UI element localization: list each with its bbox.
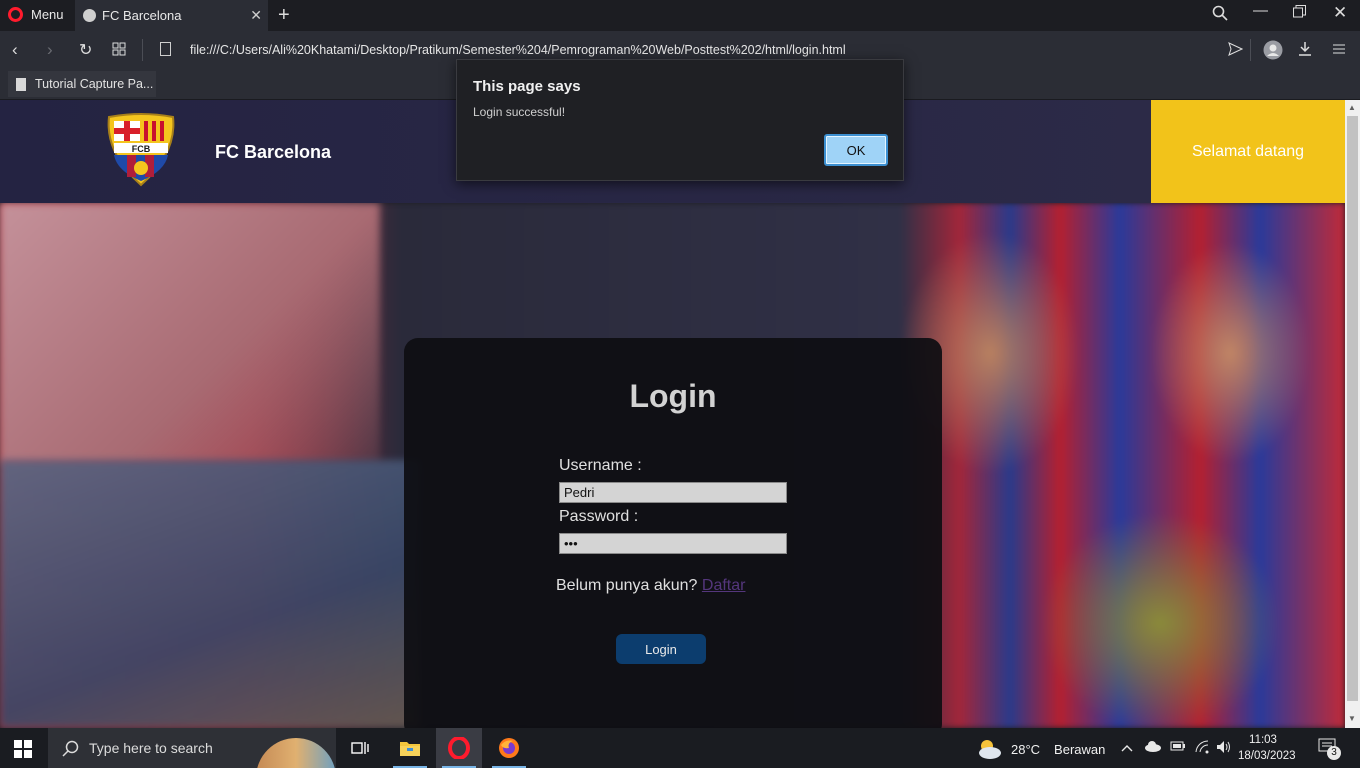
hero-background-image	[0, 460, 420, 728]
hero-background-image	[0, 203, 380, 463]
dialog-title: This page says	[473, 78, 581, 95]
page-icon	[16, 77, 26, 91]
signup-text: Belum punya akun?	[556, 577, 698, 594]
logo-text: FCB	[132, 144, 151, 154]
fcb-logo: FCB	[107, 113, 175, 187]
send-icon[interactable]	[1228, 41, 1244, 61]
browser-tab-bar: Menu FC Barcelona ✕ + — ✕	[0, 0, 1360, 31]
wifi-icon[interactable]	[1195, 740, 1211, 757]
taskbar-search-box[interactable]: Type here to search	[48, 728, 336, 768]
partly-cloudy-icon	[979, 740, 1001, 759]
menu-label: Menu	[31, 7, 64, 22]
signup-link[interactable]: Daftar	[702, 577, 746, 594]
scroll-thumb[interactable]	[1347, 116, 1358, 701]
firefox-icon[interactable]	[486, 728, 532, 768]
login-title: Login	[629, 378, 717, 414]
notification-center-icon[interactable]: 3	[1318, 738, 1341, 760]
download-icon[interactable]	[1298, 41, 1312, 61]
login-button[interactable]: Login	[616, 634, 706, 664]
file-icon	[160, 42, 171, 56]
search-icon	[62, 740, 79, 757]
clock-date: 18/03/2023	[1238, 750, 1296, 762]
bookmark-item[interactable]: Tutorial Capture Pa...	[8, 71, 156, 97]
welcome-banner: Selamat datang	[1151, 100, 1345, 203]
new-tab-icon[interactable]: +	[278, 4, 290, 27]
tab-title: FC Barcelona	[102, 8, 182, 23]
weather-condition: Berawan	[1054, 741, 1106, 757]
password-label: Password :	[559, 508, 639, 525]
file-explorer-icon[interactable]	[387, 728, 433, 768]
task-view-icon[interactable]	[337, 728, 383, 768]
alert-dialog: This page says Login successful! OK	[456, 59, 904, 181]
username-input[interactable]	[559, 482, 787, 503]
tabs-grid-icon[interactable]	[112, 41, 126, 61]
windows-start-icon[interactable]	[14, 740, 32, 758]
ok-button[interactable]: OK	[824, 134, 888, 166]
tab-close-icon[interactable]: ✕	[250, 7, 262, 24]
clock-time: 11:03	[1249, 734, 1277, 746]
profile-icon[interactable]	[1263, 40, 1283, 65]
chevron-up-icon[interactable]	[1121, 740, 1133, 755]
windows-taskbar: Type here to search 28°C Berawan 11:03 1…	[0, 728, 1360, 768]
web-page: FCB FC Barcelona Selamat datang Login Us…	[0, 100, 1345, 728]
opera-logo-icon	[8, 7, 23, 22]
scroll-up-icon[interactable]: ▲	[1348, 103, 1356, 112]
search-highlight-image	[256, 738, 336, 768]
bookmark-label: Tutorial Capture Pa...	[35, 77, 154, 91]
minimize-icon[interactable]: —	[1253, 2, 1268, 19]
login-card: Login Username : Password : Belum punya …	[404, 338, 942, 728]
battery-icon[interactable]	[1170, 740, 1186, 755]
window-close-icon[interactable]: ✕	[1333, 3, 1347, 23]
scroll-down-icon[interactable]: ▼	[1348, 714, 1356, 723]
password-input[interactable]	[559, 533, 787, 554]
onedrive-cloud-icon[interactable]	[1144, 740, 1162, 755]
site-brand[interactable]: FC Barcelona	[215, 142, 331, 163]
system-clock[interactable]: 11:03 18/03/2023	[1238, 732, 1296, 764]
divider	[142, 39, 143, 61]
temperature: 28°C	[1011, 741, 1041, 757]
opera-menu-button[interactable]: Menu	[8, 7, 64, 22]
username-label: Username :	[559, 457, 642, 474]
restore-icon[interactable]	[1293, 5, 1306, 22]
opera-taskbar-icon[interactable]	[436, 728, 482, 768]
search-placeholder: Type here to search	[89, 740, 213, 756]
tab-fc-barcelona[interactable]: FC Barcelona ✕	[75, 0, 268, 31]
page-scrollbar[interactable]: ▲ ▼	[1345, 100, 1360, 728]
signup-prompt: Belum punya akun? Daftar	[556, 577, 745, 595]
notification-count-badge: 3	[1327, 746, 1341, 760]
back-icon[interactable]: ‹	[12, 40, 18, 60]
url-field[interactable]: file:///C:/Users/Ali%20Khatami/Desktop/P…	[190, 43, 846, 57]
globe-icon	[83, 9, 96, 22]
forward-icon[interactable]: ›	[47, 40, 53, 60]
easy-setup-icon[interactable]	[1332, 41, 1346, 61]
weather-widget[interactable]: 28°C Berawan	[975, 738, 1105, 760]
search-tabs-icon[interactable]	[1212, 5, 1228, 25]
volume-icon[interactable]	[1216, 740, 1232, 757]
dialog-message: Login successful!	[473, 105, 566, 119]
reload-icon[interactable]: ↻	[79, 40, 92, 60]
divider	[1250, 39, 1251, 61]
